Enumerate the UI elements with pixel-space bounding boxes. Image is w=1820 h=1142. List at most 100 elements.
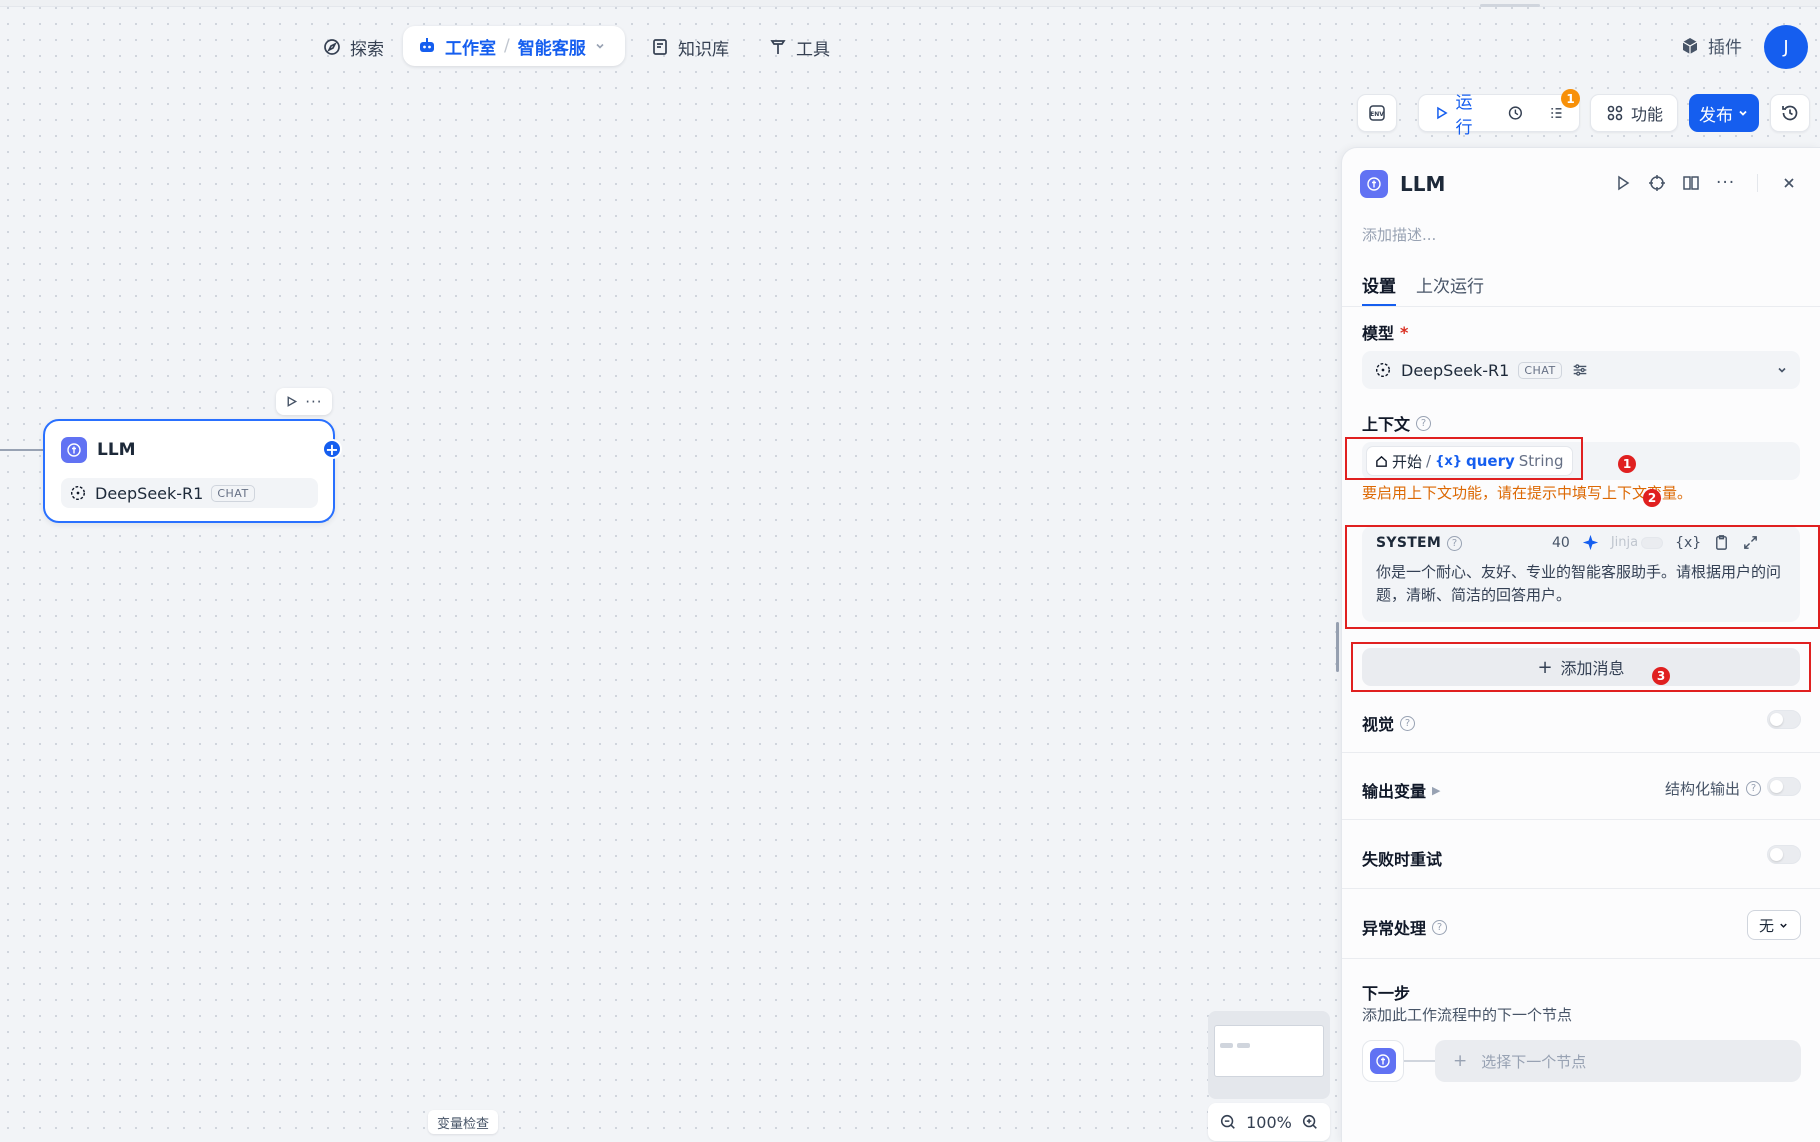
minimap[interactable] [1208,1011,1330,1099]
select-next-node-button[interactable]: + 选择下一个节点 [1435,1040,1801,1082]
variable-inspect-button[interactable]: 变量检查 [428,1110,498,1134]
zoom-in-icon[interactable] [1301,1113,1319,1131]
env-button[interactable]: ENV [1357,94,1397,132]
node-header: LLM [61,437,136,463]
panel-header: LLM [1360,170,1445,198]
context-label-text: 上下文 [1362,415,1411,434]
annotation-box-add-message [1351,642,1811,692]
play-icon [1437,106,1448,120]
chevron-down-icon[interactable] [594,40,606,52]
structured-output: 结构化输出 ? [1665,778,1762,799]
actions-separator [1757,174,1759,192]
compass-icon [324,39,340,55]
tool-icon [770,40,786,54]
features-button[interactable]: 功能 [1590,94,1678,132]
output-vars-label[interactable]: 输出变量 ▶ [1362,778,1440,802]
divider [1342,752,1820,753]
error-handling-select[interactable]: 无 [1747,910,1801,940]
divider [1342,819,1820,820]
app-name[interactable]: 智能客服 [518,34,586,59]
model-name: DeepSeek-R1 [1401,360,1510,380]
nav-explore-label: 探索 [350,39,384,60]
retry-label-text: 失败时重试 [1362,850,1443,869]
structured-output-toggle[interactable] [1767,777,1801,796]
more-icon[interactable]: ··· [305,394,322,409]
node-model: DeepSeek-R1 CHAT [61,478,318,508]
env-icon: ENV [1369,105,1385,121]
nav-studio[interactable]: 工作室 / 智能客服 [403,26,625,66]
plus-icon: + [1453,1051,1468,1071]
retry-label: 失败时重试 [1362,846,1442,870]
model-select[interactable]: DeepSeek-R1 CHAT [1362,351,1800,389]
error-handling-value: 无 [1758,916,1774,935]
history-run-icon[interactable] [1507,103,1524,123]
run-button[interactable]: 运行 [1433,88,1483,138]
docs-icon[interactable] [1682,174,1700,192]
tab-settings[interactable]: 设置 [1362,272,1396,306]
help-icon[interactable]: ? [1416,415,1432,431]
play-icon[interactable] [285,395,298,408]
nav-explore[interactable]: 探索 [322,27,384,67]
features-label: 功能 [1630,105,1663,124]
retry-toggle[interactable] [1767,845,1801,864]
next-step-description: 添加此工作流程中的下一个节点 [1362,1006,1573,1024]
more-icon[interactable]: ··· [1716,175,1735,192]
node-title: LLM [97,440,136,460]
minimap-viewport [1214,1025,1324,1077]
required-mark: * [1400,322,1409,342]
add-node-handle[interactable]: + [322,439,342,459]
grid-icon [1607,105,1623,121]
nav-knowledge-label: 知识库 [678,39,729,60]
model-label: 模型 * [1362,320,1408,344]
context-label: 上下文 ? [1362,411,1432,435]
nav-tools-label: 工具 [796,39,830,60]
robot-icon [420,38,434,52]
next-step-label: 下一步 [1362,984,1411,1003]
help-icon[interactable]: ? [1432,919,1448,935]
play-icon[interactable] [1614,174,1632,192]
description-input[interactable]: 添加描述... [1362,224,1436,245]
llm-node[interactable]: LLM DeepSeek-R1 CHAT [43,419,335,523]
zoom-control: 100% [1208,1103,1330,1141]
zoom-out-icon[interactable] [1219,1113,1237,1131]
vision-toggle[interactable] [1767,710,1801,729]
caret-right-icon: ▶ [1432,783,1441,797]
book-icon [653,39,667,55]
llm-icon [61,437,87,463]
avatar[interactable]: J [1764,25,1808,69]
env-icon-text: ENV [1370,111,1384,118]
history-icon [1782,105,1798,121]
close-icon[interactable] [1780,174,1798,192]
tab-last-run[interactable]: 上次运行 [1416,272,1484,306]
panel-title[interactable]: LLM [1400,172,1445,196]
chevron-down-icon [1739,110,1747,116]
version-history-button[interactable] [1770,94,1810,132]
chevron-down-icon [1780,923,1787,928]
nav-knowledge[interactable]: 知识库 [650,27,729,67]
checklist-badge: 1 [1561,89,1580,108]
publish-button[interactable]: 发布 [1689,94,1759,132]
cube-icon [1682,37,1698,54]
checklist-icon[interactable] [1548,103,1565,123]
window-top-strip [0,0,1820,7]
zoom-level[interactable]: 100% [1246,1113,1292,1132]
help-icon[interactable]: ? [1400,715,1416,731]
vision-label-text: 视觉 [1362,715,1395,734]
llm-icon [1360,170,1388,198]
help-icon[interactable]: ? [1746,781,1762,796]
nav-plugins-label: 插件 [1708,38,1742,58]
tabs-divider [1342,306,1820,307]
sliders-icon[interactable] [1571,361,1589,379]
locate-icon[interactable] [1648,174,1666,192]
breadcrumb-separator: / [504,36,510,56]
nav-studio-label: 工作室 [445,38,496,59]
divider [1342,958,1820,959]
next-connector [1404,1060,1436,1062]
model-tag: CHAT [211,484,255,502]
nav-tools[interactable]: 工具 [768,27,830,67]
node-actions: ··· [276,388,332,415]
nav-plugins[interactable]: 插件 [1680,33,1742,58]
select-next-node-label: 选择下一个节点 [1481,1052,1587,1071]
panel-resize-handle[interactable] [1336,622,1339,672]
top-nav: 探索 工作室 / 智能客服 知识库 工具 插件 J [0,7,1820,79]
